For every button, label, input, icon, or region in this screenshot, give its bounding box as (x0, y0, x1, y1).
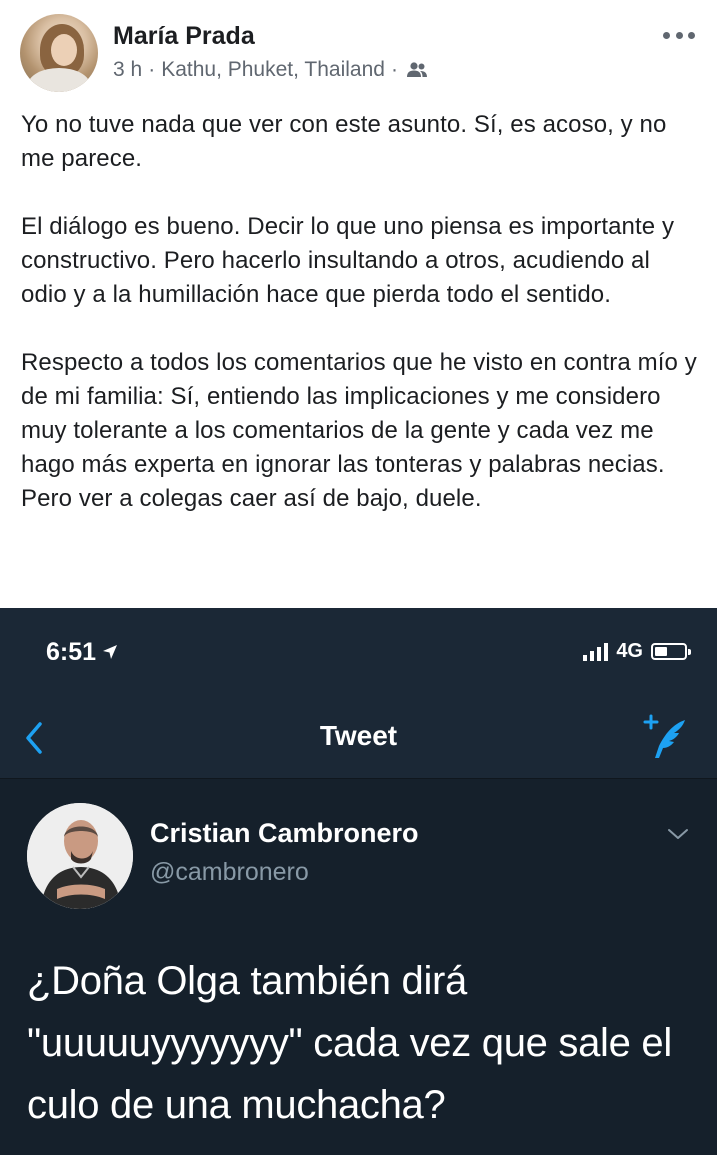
status-indicators: 4G (583, 640, 691, 663)
tweet-text: ¿Doña Olga también dirá "uuuuuyyyyyyy" c… (27, 959, 672, 1127)
nav-title: Tweet (319, 720, 398, 751)
tweet-nav-bar: Tweet (0, 700, 717, 779)
post-body: Yo no tuve nada que ver con este asunto.… (21, 108, 701, 550)
post-paragraph: Respecto a todos los comentarios que he … (21, 349, 697, 512)
tweet-screenshot[interactable]: 6:51 4G Tweet Cristian Cambronero @cambr… (0, 608, 717, 1155)
tweet-author-handle[interactable]: @cambronero (150, 858, 309, 887)
status-time: 6:51 (46, 638, 118, 667)
meta-separator: · (148, 58, 156, 81)
post-location[interactable]: Kathu, Phuket, Thailand (161, 58, 385, 82)
signal-bars-icon (583, 642, 609, 661)
meta-separator: · (390, 58, 398, 81)
post-meta: 3 h · Kathu, Phuket, Thailand · (113, 58, 428, 82)
post-time[interactable]: 3 h (113, 58, 142, 82)
chevron-down-icon[interactable] (666, 826, 690, 842)
compose-tweet-icon[interactable] (641, 712, 693, 764)
network-type: 4G (616, 640, 643, 662)
author-name[interactable]: María Prada (113, 22, 255, 51)
friends-icon[interactable] (406, 61, 428, 79)
tweet-author-avatar[interactable] (27, 803, 133, 909)
facebook-post: María Prada 3 h · Kathu, Phuket, Thailan… (0, 0, 717, 608)
tweet-author-name[interactable]: Cristian Cambronero (150, 818, 419, 849)
post-paragraph: Yo no tuve nada que ver con este asunto.… (21, 111, 667, 172)
location-arrow-icon (102, 638, 118, 667)
more-options-icon[interactable] (663, 30, 695, 40)
status-bar: 6:51 4G (0, 608, 717, 700)
post-paragraph: El diálogo es bueno. Decir lo que uno pi… (21, 213, 675, 308)
author-avatar[interactable] (20, 14, 98, 92)
battery-icon (651, 643, 691, 660)
